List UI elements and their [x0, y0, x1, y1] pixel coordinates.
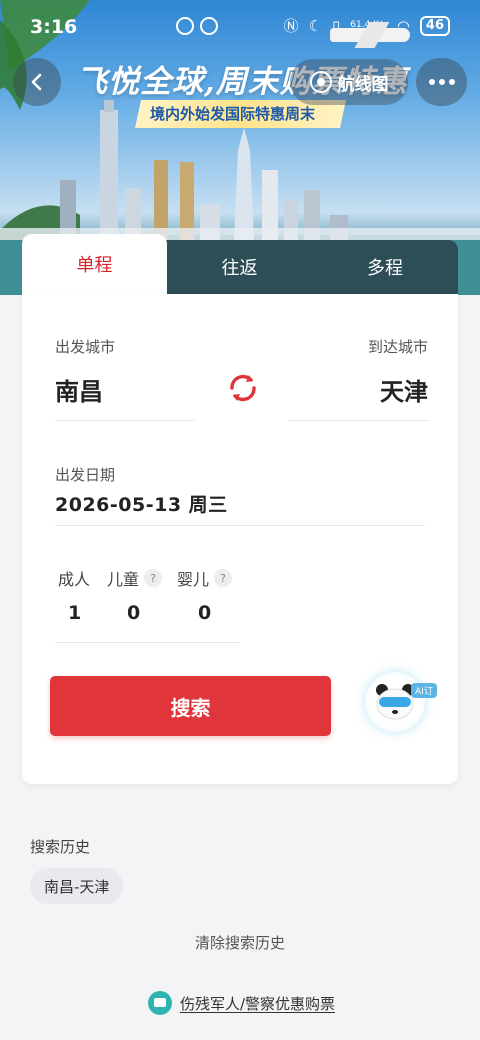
nfc-icon: Ⓝ [283, 17, 299, 35]
dot-icon [438, 79, 445, 85]
clear-history-button[interactable]: 清除搜索历史 [0, 932, 480, 953]
adult-label: 成人 [58, 566, 90, 590]
arrive-city-label: 到达城市 [367, 338, 428, 356]
help-icon[interactable]: ? [214, 569, 233, 587]
divider [55, 642, 240, 643]
divider [55, 420, 195, 421]
banner-subtitle: 境内外始发国际特惠周末 [150, 105, 316, 123]
child-label-text: 儿童 [107, 570, 140, 589]
status-bar: 3:16 Ⓝ ☾ ▯ 61.4 K/s ◠ 46 [0, 0, 480, 52]
status-time: 3:16 [30, 16, 78, 38]
ai-assistant-button[interactable] [365, 672, 425, 732]
booking-form-card: 出发城市 南昌 到达城市 天津 出发日期 2026-05-13 周三 成人 儿童… [22, 294, 458, 784]
notification-icon [176, 17, 194, 35]
dot-icon [448, 79, 455, 85]
child-label: 儿童 ? [107, 566, 163, 590]
panda-mascot-icon [376, 684, 414, 720]
depart-date-field[interactable]: 2026-05-13 周三 [55, 490, 228, 517]
adult-count[interactable]: 1 [68, 602, 81, 624]
depart-city-label: 出发城市 [55, 338, 116, 356]
more-options-button[interactable] [416, 58, 467, 106]
swap-cities-icon[interactable] [224, 369, 262, 407]
ai-booking-tag: AI订 [411, 683, 437, 698]
speedometer-icon [200, 17, 218, 35]
route-map-button[interactable]: 航线图 [290, 59, 408, 105]
discount-ticket-label: 伤残军人/警察优惠购票 [180, 994, 336, 1013]
tab-one-way[interactable]: 单程 [22, 234, 167, 294]
airplane-icon [330, 28, 410, 42]
chevron-left-icon [31, 73, 42, 91]
history-chip[interactable]: 南昌-天津 [30, 868, 124, 904]
search-button[interactable]: 搜索 [50, 676, 331, 736]
divider [55, 525, 425, 526]
police-badge-icon [148, 991, 172, 1015]
depart-date-label: 出发日期 [55, 466, 116, 484]
infant-label-text: 婴儿 [177, 570, 210, 589]
arrive-city-field[interactable]: 天津 [380, 372, 428, 407]
dot-icon [428, 79, 435, 85]
child-count[interactable]: 0 [127, 602, 140, 624]
status-app-icons [176, 17, 218, 35]
back-button[interactable] [13, 58, 61, 106]
infant-label: 婴儿 ? [177, 566, 233, 590]
battery-indicator: 46 [419, 15, 450, 36]
adult-label-text: 成人 [58, 570, 91, 589]
tab-round-trip[interactable]: 往返 [167, 240, 312, 294]
trip-type-tabs: 单程 往返 多程 [22, 234, 458, 294]
depart-city-field[interactable]: 南昌 [55, 372, 103, 407]
infant-count[interactable]: 0 [198, 602, 211, 624]
divider [288, 420, 428, 421]
search-history-title: 搜索历史 [30, 838, 91, 856]
moon-icon: ☾ [308, 16, 323, 35]
route-map-label: 航线图 [337, 74, 389, 95]
discount-ticket-link[interactable]: 伤残军人/警察优惠购票 [148, 991, 335, 1015]
tab-multi-city[interactable]: 多程 [312, 240, 458, 294]
help-icon[interactable]: ? [144, 569, 163, 587]
globe-icon [309, 71, 332, 93]
